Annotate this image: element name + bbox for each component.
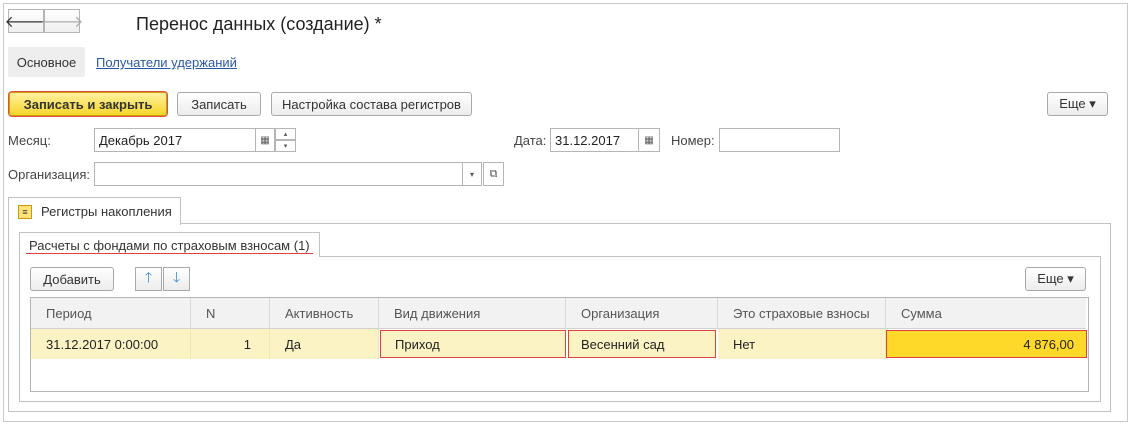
number-label: Номер: xyxy=(671,133,715,148)
register-icon: ≡ xyxy=(18,204,32,219)
save-close-button[interactable]: Записать и закрыть xyxy=(9,92,167,116)
table-cell-period[interactable]: 31.12.2017 0:00:00 xyxy=(31,329,191,359)
month-field[interactable]: Декабрь 2017 xyxy=(94,128,256,152)
column-header-insurance[interactable]: Это страховые взносы xyxy=(718,298,886,329)
settings-button[interactable]: Настройка состава регистров xyxy=(271,92,472,116)
spin-up-icon[interactable]: ▴ xyxy=(275,128,296,140)
tab-recipients[interactable]: Получатели удержаний xyxy=(96,55,237,70)
table-cell-movement-type[interactable]: Приход xyxy=(380,330,566,358)
spin-down-icon[interactable]: ▾ xyxy=(275,140,296,152)
tab-registers[interactable]: ≡ Регистры накопления xyxy=(8,197,181,225)
page-title: Перенос данных (создание) * xyxy=(136,14,382,34)
table-cell-sum[interactable]: 4 876,00 xyxy=(886,330,1087,358)
save-button[interactable]: Записать xyxy=(177,92,261,116)
column-header-movement-type[interactable]: Вид движения xyxy=(379,298,566,329)
move-down-icon[interactable]: 🡓 xyxy=(163,267,190,291)
column-header-active[interactable]: Активность xyxy=(270,298,379,329)
dropdown-icon[interactable]: ▾ xyxy=(462,162,482,186)
month-label: Месяц: xyxy=(8,133,51,148)
arrow-right-icon: 🡒 xyxy=(40,13,84,31)
table-cell-n[interactable]: 1 xyxy=(191,329,270,359)
table-cell-organization[interactable]: Весенний сад xyxy=(568,330,716,358)
back-button[interactable]: 🡐 xyxy=(5,9,47,33)
number-field[interactable] xyxy=(719,128,840,152)
column-header-period[interactable]: Период xyxy=(31,298,191,329)
date-field[interactable]: 31.12.2017 xyxy=(550,128,639,152)
column-header-organization[interactable]: Организация xyxy=(566,298,718,329)
move-up-icon[interactable]: 🡑 xyxy=(135,267,162,291)
table-cell-insurance[interactable]: Нет xyxy=(718,329,886,359)
tab-registers-label: Регистры накопления xyxy=(41,204,172,219)
open-icon[interactable]: ⧉ xyxy=(483,162,504,186)
forward-button[interactable]: 🡒 xyxy=(41,9,83,33)
column-header-sum[interactable]: Сумма xyxy=(886,298,1086,329)
table-cell-active[interactable]: Да xyxy=(270,329,379,359)
tab-underline xyxy=(26,253,313,254)
more-button[interactable]: Еще ▾ xyxy=(1047,92,1108,116)
tab-insurance-settlements-label: Расчеты с фондами по страховым взносам (… xyxy=(29,237,310,253)
date-label: Дата: xyxy=(514,133,547,148)
register-table[interactable]: Период N Активность Вид движения Организ… xyxy=(30,297,1089,392)
calendar-icon[interactable]: ▦ xyxy=(255,128,275,152)
column-header-n[interactable]: N xyxy=(191,298,270,329)
grid-more-button[interactable]: Еще ▾ xyxy=(1025,267,1086,291)
tab-main[interactable]: Основное xyxy=(8,47,85,77)
calendar-icon[interactable]: ▦ xyxy=(638,128,660,152)
add-button[interactable]: Добавить xyxy=(30,267,114,291)
tab-insurance-settlements[interactable]: Расчеты с фондами по страховым взносам (… xyxy=(19,232,320,257)
organization-field[interactable] xyxy=(94,162,463,186)
organization-label: Организация: xyxy=(8,167,91,182)
